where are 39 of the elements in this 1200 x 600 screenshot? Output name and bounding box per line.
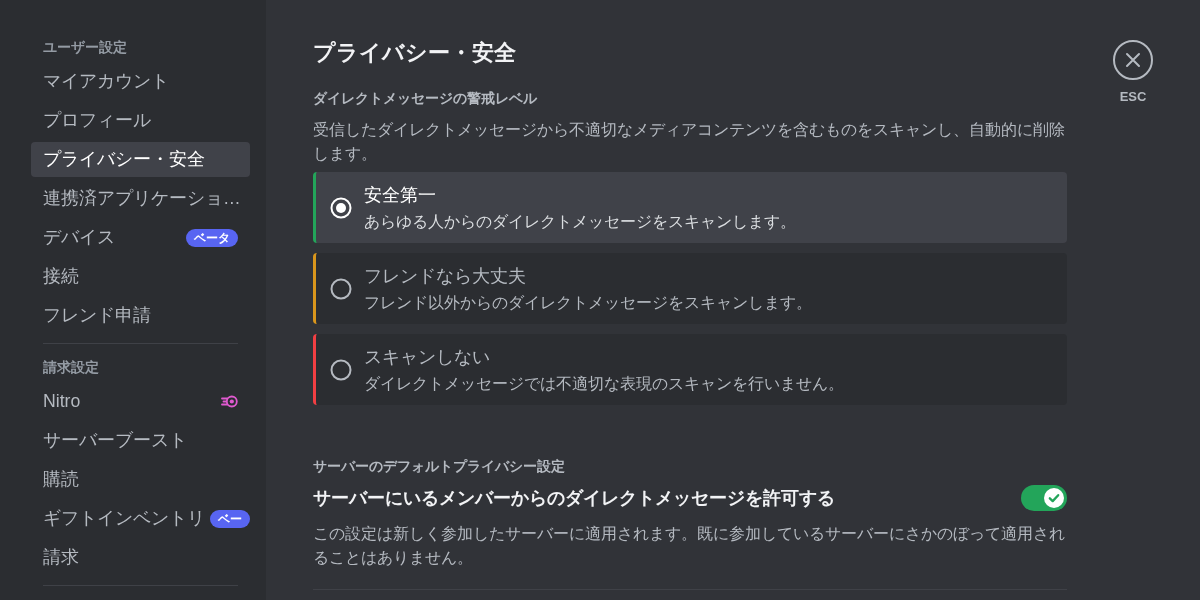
radio-option[interactable]: フレンドなら大丈夫 フレンド以外からのダイレクトメッセージをスキャンします。 bbox=[313, 253, 1067, 324]
section-header: ダイレクトメッセージの警戒レベル bbox=[313, 90, 538, 108]
sidebar-item[interactable]: プロフィール bbox=[31, 103, 250, 138]
option-title: フレンドなら大丈夫 bbox=[364, 264, 527, 287]
sidebar-item[interactable]: 連携済アプリケーショ… bbox=[31, 181, 250, 216]
sidebar-item[interactable]: Nitro bbox=[31, 384, 250, 419]
section-description: 受信したダイレクトメッセージから不適切なメディアコンテンツを含むものをスキャンし、自動的に削除します。 bbox=[313, 119, 1066, 164]
sidebar-item[interactable]: サーバーブースト bbox=[31, 423, 250, 458]
sidebar-item[interactable]: プライバシー・安全 bbox=[31, 142, 250, 177]
sidebar-item[interactable]: デバイス ベータ bbox=[31, 220, 250, 255]
status-badge: ベー bbox=[210, 509, 250, 528]
speed-ring-icon bbox=[221, 395, 238, 408]
toggle-switch[interactable] bbox=[1021, 485, 1067, 511]
sidebar-item[interactable]: フレンド申請 bbox=[31, 298, 250, 333]
setting-label: サーバーにいるメンバーからのダイレクトメッセージを許可する bbox=[313, 487, 835, 510]
option-title: スキャンしない bbox=[364, 345, 491, 368]
radio-option[interactable]: 安全第一 あらゆる人からのダイレクトメッセージをスキャンします。 bbox=[313, 172, 1067, 243]
section-header: サーバーのデフォルトプライバシー設定 bbox=[313, 458, 566, 476]
setting-description: この設定は新しく参加したサーバーに適用されます。既に参加しているサーバーにさかのぼって適用されることはありません。 bbox=[313, 523, 1066, 568]
option-description: ダイレクトメッセージでは不適切な表現のスキャンを行いません。 bbox=[364, 373, 844, 394]
section-header: ユーザー設定 bbox=[42, 39, 128, 57]
shortcut-label: ESC bbox=[1119, 89, 1147, 105]
option-description: フレンド以外からのダイレクトメッセージをスキャンします。 bbox=[364, 292, 812, 313]
radio-button[interactable] bbox=[330, 358, 352, 381]
radio-button[interactable] bbox=[330, 277, 352, 300]
check-icon bbox=[1044, 488, 1064, 508]
close-button[interactable] bbox=[1113, 40, 1153, 80]
sidebar-item[interactable]: ギフトインベントリ ベー bbox=[31, 501, 250, 536]
sidebar-item[interactable]: マイアカウント bbox=[31, 64, 250, 99]
sidebar-item[interactable]: 接続 bbox=[31, 259, 250, 294]
close-icon bbox=[1125, 52, 1141, 68]
status-badge: ベータ bbox=[186, 228, 238, 247]
sidebar-item[interactable]: 請求 bbox=[31, 540, 250, 575]
option-description: あらゆる人からのダイレクトメッセージをスキャンします。 bbox=[364, 211, 796, 232]
page-title: プライバシー・安全 bbox=[313, 39, 517, 67]
section-header: 請求設定 bbox=[42, 359, 100, 377]
option-title: 安全第一 bbox=[364, 183, 437, 206]
sidebar-item[interactable]: 購読 bbox=[31, 462, 250, 497]
radio-option[interactable]: スキャンしない ダイレクトメッセージでは不適切な表現のスキャンを行いません。 bbox=[313, 334, 1067, 405]
